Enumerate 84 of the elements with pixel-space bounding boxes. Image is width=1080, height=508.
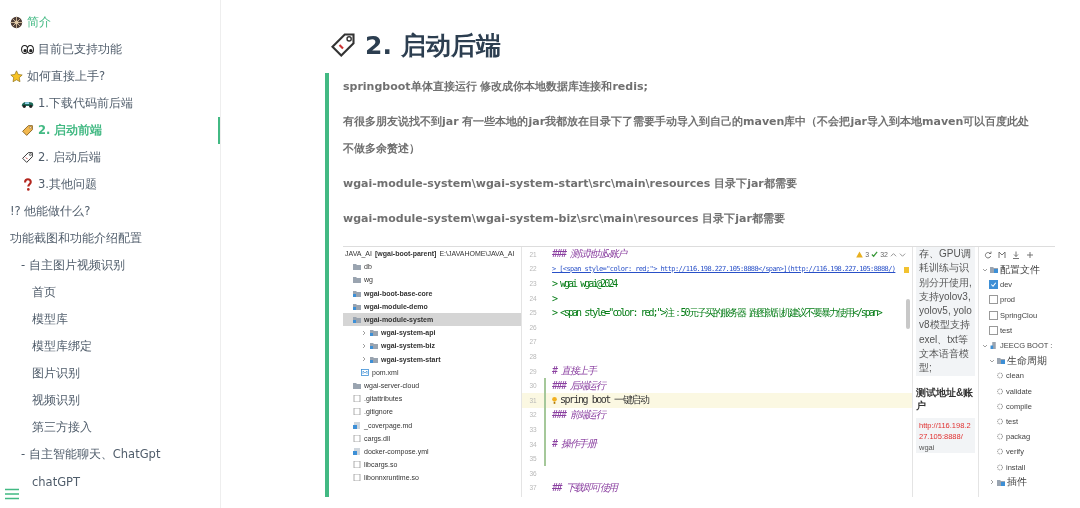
tag-icon xyxy=(21,151,34,164)
sidebar-link[interactable]: 第三方接入 xyxy=(0,414,220,441)
maven-label: 配置文件 xyxy=(1000,262,1040,277)
maven-file-icon xyxy=(361,368,369,376)
code-line: ### 前端运行 xyxy=(552,407,605,422)
code-line: # 直接上手 xyxy=(552,364,596,379)
sidebar-link[interactable]: - 自主图片视频识别 xyxy=(0,252,220,279)
file-icon xyxy=(353,447,361,455)
sidebar-link[interactable]: 首页 xyxy=(0,279,220,306)
paragraph: wgai-module-system\wgai-system-start\src\main\resources 目录下jar都需要 xyxy=(343,176,798,192)
module-icon xyxy=(370,329,378,337)
add-icon[interactable] xyxy=(1026,251,1034,259)
module-icon xyxy=(353,289,361,297)
sidebar-link[interactable]: 模型库 xyxy=(0,306,220,333)
project-icon xyxy=(990,342,998,350)
check-icon xyxy=(871,251,879,258)
paragraph: 有很多朋友说找不到jar 有一些本地的jar我都放在目录下了需要手动导入到自己的maven库中（不会把jar导入到本地maven可以百度此处不做多余赘述） xyxy=(343,114,1031,157)
chevron-icon[interactable] xyxy=(361,329,367,336)
code-line: > wgai wgai@2024 xyxy=(552,278,617,289)
chevron-icon[interactable] xyxy=(361,342,367,349)
heading-text: 2. 启动后端 xyxy=(365,29,501,62)
code-line: ## 下载即可使用 xyxy=(552,480,617,495)
question-mark-icon xyxy=(21,178,34,191)
code-line: > xyxy=(552,292,557,304)
wheel-icon xyxy=(10,16,23,29)
sidebar-link[interactable]: 如何直接上手? xyxy=(0,63,220,90)
eyes-icon xyxy=(21,43,34,56)
module-icon xyxy=(353,302,361,310)
checkbox[interactable] xyxy=(989,325,998,335)
module-icon xyxy=(370,355,378,363)
star-icon xyxy=(10,70,23,83)
tag-icon xyxy=(21,124,34,137)
tag-icon xyxy=(329,31,357,59)
scrollbar[interactable] xyxy=(906,299,910,329)
caret-up-icon[interactable] xyxy=(890,251,897,258)
sidebar-link[interactable]: 3.其他问题 xyxy=(0,171,220,198)
folder-icon xyxy=(997,478,1005,486)
module-icon xyxy=(353,316,361,324)
code-line: ### 后端运行 xyxy=(552,378,605,393)
maven-item[interactable]: 生命周期 xyxy=(982,353,1055,369)
chevron-icon[interactable] xyxy=(982,342,988,349)
sidebar-link[interactable]: 1.下载代码前后端 xyxy=(0,90,220,117)
preview-heading: 测试地址&账户 xyxy=(916,385,975,412)
preview-text: 存、GPU调耗训练与识别分开使用,支持yolov3, yolov5, yolov8模型支持exel、txt等文本语音模型; xyxy=(919,247,972,376)
lightbulb-icon[interactable] xyxy=(552,395,557,405)
sidebar-link[interactable]: 2. 启动后端 xyxy=(0,144,220,171)
chevron-icon[interactable] xyxy=(989,479,995,486)
file-icon xyxy=(353,421,361,429)
checkbox[interactable] xyxy=(989,280,998,290)
sidebar-link[interactable]: 功能截图和功能介绍配置 xyxy=(0,225,220,252)
refresh-icon[interactable] xyxy=(984,251,992,259)
sidebar-link[interactable]: !? 他能做什么? xyxy=(0,198,220,225)
code-line: # 操作手册 xyxy=(552,437,596,451)
paragraph: springboot单体直接运行 修改成你本地数据库连接和redis; xyxy=(343,79,649,95)
caret-down-icon[interactable] xyxy=(899,251,906,258)
maven-label: 插件 xyxy=(1007,475,1027,490)
menu-icon[interactable] xyxy=(5,488,19,500)
sidebar-link[interactable]: chatGPT xyxy=(0,468,220,495)
code-line: > <span style="color: red;">注：50元子买的服务器 跑图就乱机建议不要暴力使用</span> xyxy=(552,305,881,320)
maven-item[interactable]: 配置文件 xyxy=(982,262,1055,278)
module-icon xyxy=(370,342,378,350)
checkbox[interactable] xyxy=(989,310,998,320)
code-line: spring boot 一键启动 xyxy=(560,393,649,408)
chevron-icon[interactable] xyxy=(982,266,988,273)
chevron-icon[interactable] xyxy=(361,356,367,363)
download-icon[interactable] xyxy=(1012,251,1020,259)
sidebar-link[interactable]: 图片识别 xyxy=(0,360,220,387)
folder-icon xyxy=(353,381,361,389)
sidebar-link[interactable]: 视频识别 xyxy=(0,387,220,414)
sidebar-link[interactable]: 模型库绑定 xyxy=(0,333,220,360)
folder-icon xyxy=(997,357,1005,365)
folder-icon xyxy=(990,266,998,274)
warning-icon xyxy=(856,251,864,258)
sidebar-link[interactable]: 目前已支持功能 xyxy=(0,36,220,63)
maven-icon[interactable] xyxy=(998,251,1006,259)
file-icon xyxy=(353,434,361,442)
warning-marker xyxy=(904,267,909,273)
code-line: ### 测试地址&账户 xyxy=(552,247,626,262)
maven-label: 生命周期 xyxy=(1007,353,1047,368)
maven-item[interactable]: 插件 xyxy=(982,474,1055,490)
checkbox[interactable] xyxy=(989,295,998,305)
sidebar-link[interactable]: - 自主智能聊天、ChatGpt xyxy=(0,441,220,468)
chevron-icon[interactable] xyxy=(989,357,995,364)
paragraph: wgai-module-system\wgai-system-biz\src\main\resources 目录下jar都需要 xyxy=(343,211,786,227)
